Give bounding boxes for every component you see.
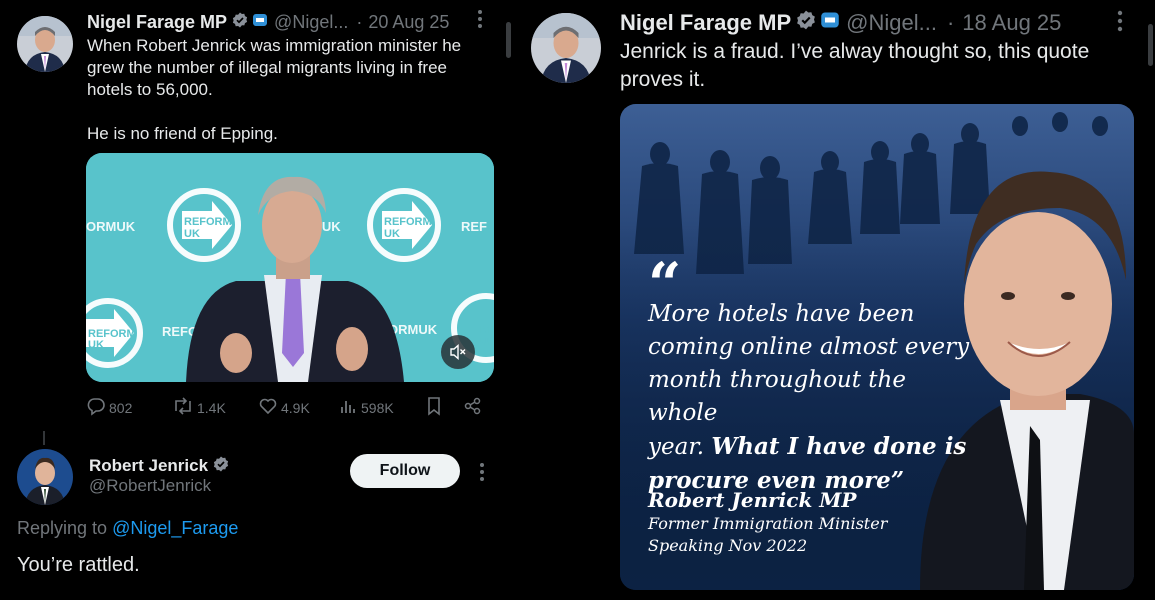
quote-line: month throughout the whole xyxy=(648,367,906,426)
like-count: 4.9K xyxy=(281,399,310,416)
verified-badge-icon xyxy=(213,456,229,477)
replying-to-label: Replying to xyxy=(17,518,113,538)
video-logo-text: REFORM xyxy=(184,216,232,228)
like-button[interactable]: 4.9K xyxy=(258,396,310,419)
share-icon[interactable] xyxy=(463,396,486,416)
affiliate-badge-icon xyxy=(820,10,840,36)
tweet-text-line: grew the number of illegal migrants livi… xyxy=(87,58,448,77)
attribution-date: Speaking Nov 2022 xyxy=(648,536,808,555)
tweet-image-quote-card[interactable]: “ More hotels have been coming online al… xyxy=(620,104,1134,590)
verified-badge-icon xyxy=(232,12,248,33)
tweet-text-line: proves it. xyxy=(620,68,706,91)
quote-line-plain: year. xyxy=(648,434,705,460)
author-name[interactable]: Nigel Farage MP xyxy=(87,12,227,33)
reply-author-name[interactable]: Robert Jenrick xyxy=(89,456,208,476)
more-icon[interactable] xyxy=(476,8,484,34)
avatar-farage[interactable] xyxy=(17,16,73,72)
video-logo-text: UK xyxy=(88,339,104,351)
repost-icon xyxy=(172,396,197,419)
quote-text: More hotels have been coming online almo… xyxy=(648,298,978,498)
quote-line-bold: What I have done is xyxy=(711,433,967,460)
tweet-text: When Robert Jenrick was immigration mini… xyxy=(87,35,461,145)
scrollbar-right[interactable] xyxy=(1148,24,1153,66)
video-banner-text: ORMUK xyxy=(86,219,136,234)
views-count: 598K xyxy=(361,399,394,416)
scrollbar-left[interactable] xyxy=(506,22,511,58)
quote-line: More hotels have been xyxy=(648,301,915,327)
video-logo-text: UK xyxy=(184,228,200,240)
author-handle[interactable]: @Nigel... xyxy=(274,12,348,33)
tweet-text-line xyxy=(87,101,461,123)
separator: · xyxy=(946,10,955,35)
video-banner-text: ORMUK xyxy=(388,322,438,337)
tweet-text-line: He is no friend of Epping. xyxy=(87,124,278,143)
like-icon xyxy=(258,396,281,419)
more-icon[interactable] xyxy=(478,461,486,487)
attribution-role: Former Immigration Minister xyxy=(648,514,888,533)
tweet-date[interactable]: 20 Aug 25 xyxy=(368,12,449,33)
reply-button[interactable]: 802 xyxy=(86,396,132,419)
tweet-text-line: When Robert Jenrick was immigration mini… xyxy=(87,36,462,55)
avatar-jenrick[interactable] xyxy=(17,449,73,505)
repost-count: 1.4K xyxy=(197,399,226,416)
tweet-text-line: hotels to 56,000. xyxy=(87,80,213,99)
avatar-farage[interactable] xyxy=(531,13,601,83)
thread-line xyxy=(43,431,45,445)
tweet-date[interactable]: 18 Aug 25 xyxy=(962,10,1061,36)
author-handle[interactable]: @Nigel... xyxy=(846,10,937,36)
more-icon[interactable] xyxy=(1116,9,1124,37)
attribution-name: Robert Jenrick MP xyxy=(648,488,857,512)
video-banner-text: RE xyxy=(480,324,494,336)
author-name[interactable]: Nigel Farage MP xyxy=(620,10,791,36)
video-banner-text: UK xyxy=(480,336,494,348)
quote-line: year. What I have done is xyxy=(648,430,978,464)
views-button[interactable]: 598K xyxy=(338,396,394,419)
views-icon xyxy=(338,396,361,419)
action-bar: 802 1.4K 4.9K 598K xyxy=(86,396,494,420)
repost-button[interactable]: 1.4K xyxy=(172,396,226,419)
tweet-text-line: Jenrick is a fraud. I’ve alway thought s… xyxy=(620,40,1090,63)
replying-to: Replying to @Nigel_Farage xyxy=(17,518,238,539)
reply-icon xyxy=(86,396,109,419)
replying-to-handle-link[interactable]: @Nigel_Farage xyxy=(112,518,238,539)
video-banner-text: REF xyxy=(461,219,487,234)
reply-author-handle[interactable]: @RobertJenrick xyxy=(89,476,211,496)
tweet-text: Jenrick is a fraud. I’ve alway thought s… xyxy=(620,38,1089,94)
video-logo-text: UK xyxy=(384,228,400,240)
separator: · xyxy=(356,11,363,32)
quote-line: coming online almost every xyxy=(648,334,970,360)
tweet-video[interactable]: REFORM UK REFORM UK REFORM UK ORMUK MUK … xyxy=(86,153,494,382)
quote-attribution: Robert Jenrick MP Former Immigration Min… xyxy=(648,487,887,557)
reply-count: 802 xyxy=(109,399,133,416)
affiliate-badge-icon xyxy=(252,12,268,33)
verified-badge-icon xyxy=(796,10,816,36)
follow-button[interactable]: Follow xyxy=(350,454,460,488)
mute-icon[interactable] xyxy=(441,335,475,369)
video-logo-text: REFORM xyxy=(384,216,432,228)
bookmark-icon[interactable] xyxy=(425,396,446,416)
reply-text: You’re rattled. xyxy=(17,554,140,576)
